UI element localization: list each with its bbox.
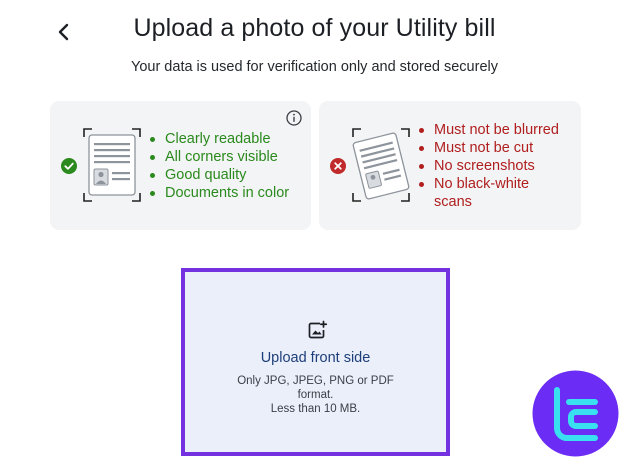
bad-requirement-item: Must not be cut	[418, 139, 568, 157]
good-requirement-item: All corners visible	[149, 148, 289, 166]
document-preview-icon	[83, 128, 141, 202]
page-title: Upload a photo of your Utility bill	[133, 14, 496, 42]
upload-size-text: Less than 10 MB.	[270, 403, 361, 415]
x-circle-icon	[330, 158, 346, 174]
blurred-document-icon	[352, 128, 410, 202]
upload-format-note: Only JPG, JPEG, PNG or PDF format. Less …	[235, 374, 396, 416]
page-subtitle: Your data is used for verification only …	[130, 59, 498, 75]
good-requirements-list: Clearly readable All corners visible Goo…	[149, 130, 289, 202]
info-icon[interactable]	[286, 110, 302, 126]
upload-title: Upload front side	[260, 350, 371, 366]
good-requirement-item: Clearly readable	[149, 130, 289, 148]
bad-requirement-item: No screenshots	[418, 157, 568, 175]
good-requirement-item: Documents in color	[149, 184, 289, 202]
bad-requirements-list: Must not be blurred Must not be cut No s…	[418, 121, 568, 211]
good-requirements-card: Clearly readable All corners visible Goo…	[50, 101, 311, 230]
add-image-icon	[308, 320, 327, 339]
bad-requirements-card: Must not be blurred Must not be cut No s…	[319, 101, 581, 230]
check-circle-icon	[61, 158, 77, 174]
upload-format-text: Only JPG, JPEG, PNG or PDF format.	[237, 375, 394, 401]
good-requirement-item: Good quality	[149, 166, 289, 184]
bad-requirement-item: Must not be blurred	[418, 121, 568, 139]
tc-logo-icon	[532, 370, 619, 457]
bad-requirement-item: No black-white scans	[418, 175, 568, 211]
upload-front-side-dropzone[interactable]: Upload front side Only JPG, JPEG, PNG or…	[181, 268, 450, 456]
